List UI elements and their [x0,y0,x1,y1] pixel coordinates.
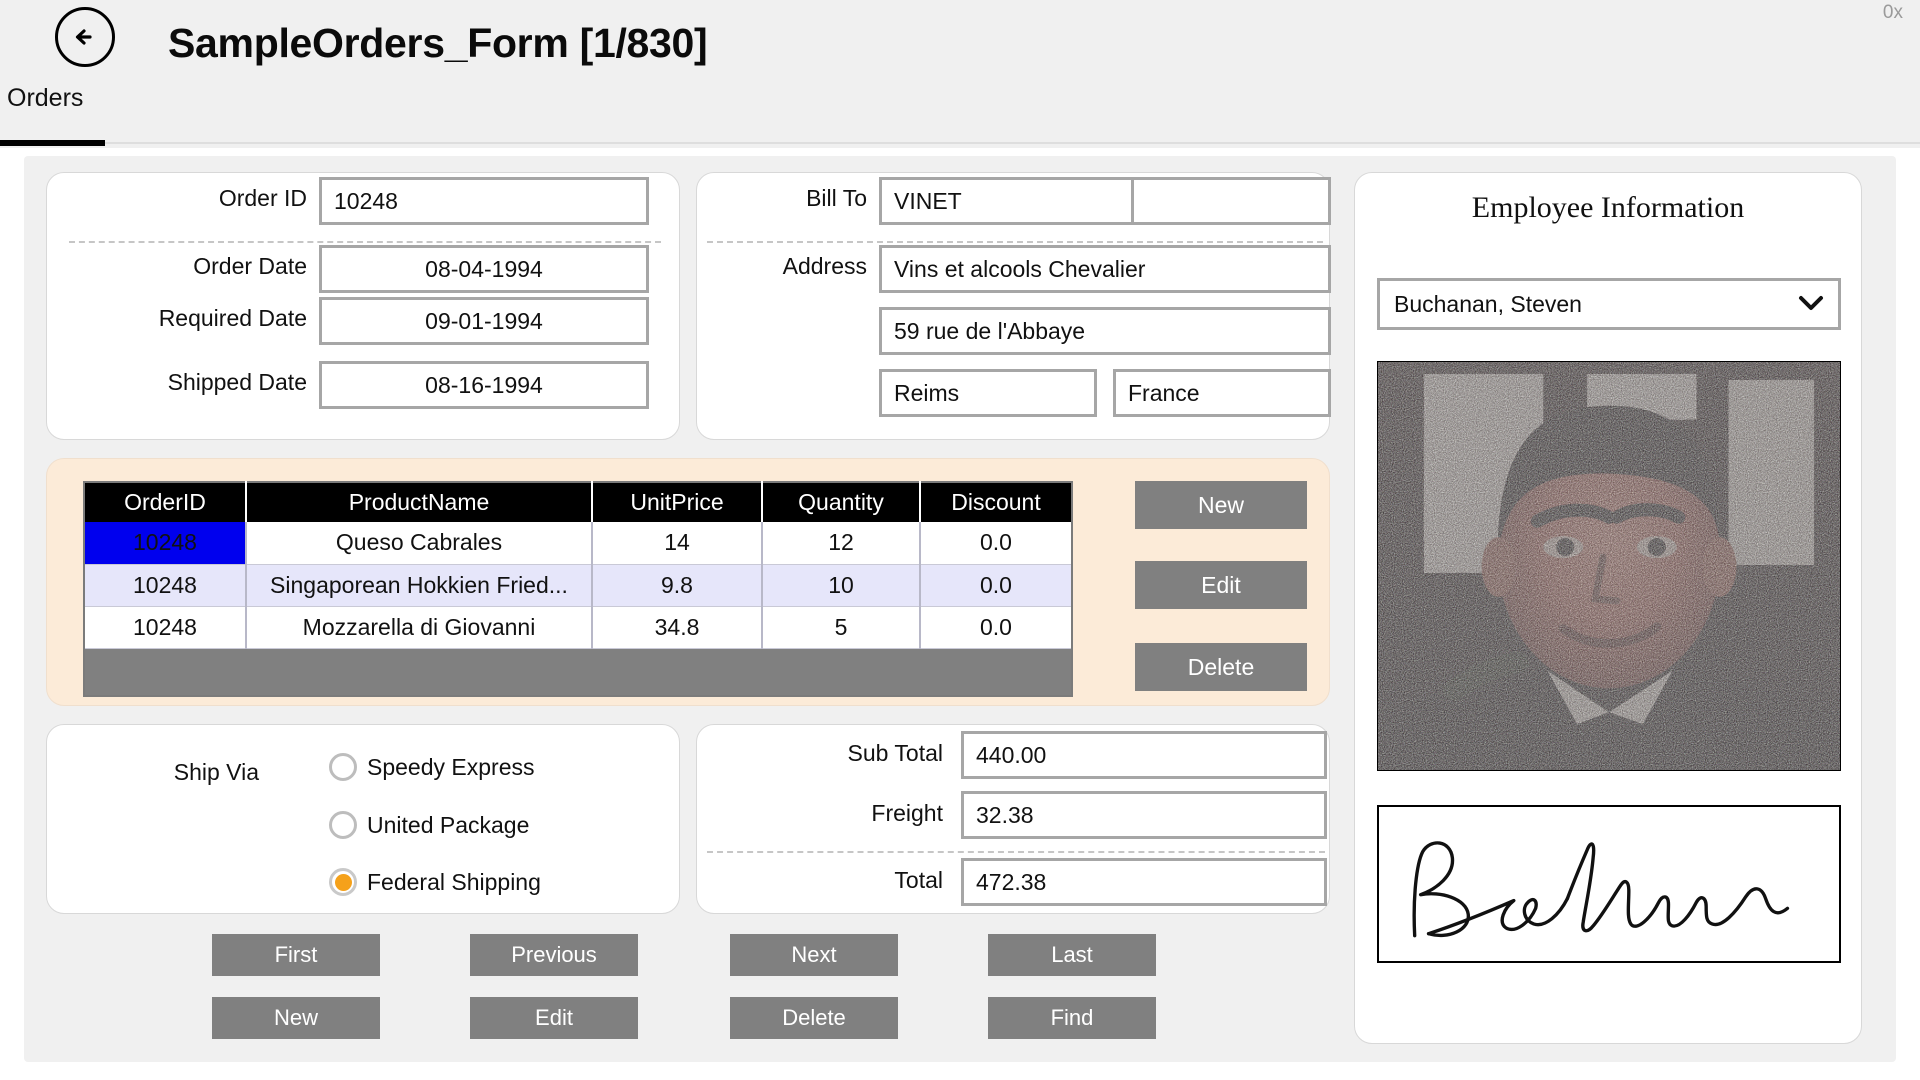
cell-discount[interactable]: 0.0 [920,606,1072,649]
tab-strip-divider [0,142,1920,144]
billing-panel-divider [707,241,1323,243]
tab-orders-active-indicator [0,140,105,146]
back-button[interactable] [55,7,115,67]
label-ship-via: Ship Via [173,759,259,785]
totals-panel: Sub Total 440.00 Freight 32.38 Total 472… [696,724,1330,914]
title-bar: SampleOrders_Form [1/830] 0x Orders [0,0,1920,148]
nav-previous-button[interactable]: Previous [470,934,638,976]
radio-indicator[interactable] [329,811,357,839]
cell-discount[interactable]: 0.0 [920,564,1072,607]
input-required-date[interactable]: 09-01-1994 [319,297,649,345]
label-sub-total: Sub Total [847,740,943,766]
radio-label: Speedy Express [367,753,535,780]
cell-quantity[interactable]: 12 [762,522,921,565]
employee-signature [1377,805,1841,963]
radio-united-package[interactable]: United Package [329,811,529,839]
table-row[interactable]: 10248 Singaporean Hokkien Fried... 9.8 1… [84,564,1072,607]
cell-orderid[interactable]: 10248 [84,522,247,565]
table-empty-row [84,648,1072,696]
table-row[interactable]: 10248 Queso Cabrales 14 12 0.0 [84,522,1072,565]
cell-orderid[interactable]: 10248 [84,564,247,607]
employee-select[interactable]: Buchanan, Steven [1377,278,1841,330]
label-total: Total [894,867,943,893]
cell-quantity[interactable]: 10 [762,564,921,607]
grid-new-button[interactable]: New [1135,481,1307,529]
input-address-country[interactable]: France [1113,369,1331,417]
cell-productname[interactable]: Singaporean Hokkien Fried... [246,564,593,607]
nav-first-button[interactable]: First [212,934,380,976]
chevron-down-icon [1798,291,1824,318]
input-bill-to-ext[interactable] [1131,177,1331,225]
label-order-id: Order ID [218,185,307,211]
radio-indicator[interactable] [329,753,357,781]
order-details-panel: OrderID ProductName UnitPrice Quantity D… [46,458,1330,706]
cell-productname[interactable]: Mozzarella di Giovanni [246,606,593,649]
billing-panel: Bill To VINET Address Vins et alcools Ch… [696,172,1331,440]
nav-next-button[interactable]: Next [730,934,898,976]
label-shipped-date: Shipped Date [167,369,307,395]
input-shipped-date[interactable]: 08-16-1994 [319,361,649,409]
table-row[interactable]: 10248 Mozzarella di Giovanni 34.8 5 0.0 [84,606,1072,649]
employee-photo [1377,361,1841,771]
input-order-date[interactable]: 08-04-1994 [319,245,649,293]
input-sub-total[interactable]: 440.00 [961,731,1327,779]
corner-status-label: 0x [1882,2,1903,23]
nav-last-button[interactable]: Last [988,934,1156,976]
input-address-line2[interactable]: 59 rue de l'Abbaye [879,307,1331,355]
label-address: Address [782,253,867,279]
record-new-button[interactable]: New [212,997,380,1039]
tab-orders-label: Orders [7,84,84,112]
label-freight: Freight [871,800,943,826]
input-bill-to[interactable]: VINET [879,177,1135,225]
label-required-date: Required Date [158,305,307,331]
record-edit-button[interactable]: Edit [470,997,638,1039]
tab-strip: Orders [0,84,1920,148]
label-order-date: Order Date [193,253,307,279]
page-title: SampleOrders_Form [1/830] [168,20,708,66]
table-header-row: OrderID ProductName UnitPrice Quantity D… [84,482,1072,522]
form-container: Order ID 10248 Order Date 08-04-1994 Req… [24,156,1896,1062]
order-info-panel: Order ID 10248 Order Date 08-04-1994 Req… [46,172,680,440]
column-header-orderid[interactable]: OrderID [84,482,247,522]
cell-discount[interactable]: 0.0 [920,522,1072,565]
radio-indicator-selected[interactable] [329,868,357,896]
order-panel-divider [69,241,661,243]
grid-edit-button[interactable]: Edit [1135,561,1307,609]
cell-unitprice[interactable]: 34.8 [592,606,763,649]
radio-federal-shipping[interactable]: Federal Shipping [329,868,541,896]
employee-select-value: Buchanan, Steven [1394,290,1582,317]
label-bill-to: Bill To [806,185,867,211]
employee-information-panel: Employee Information Buchanan, Steven [1354,172,1862,1044]
ship-via-panel: Ship Via Speedy Express United Package F… [46,724,680,914]
radio-label: Federal Shipping [367,868,541,895]
cell-unitprice[interactable]: 9.8 [592,564,763,607]
record-delete-button[interactable]: Delete [730,997,898,1039]
input-order-id[interactable]: 10248 [319,177,649,225]
column-header-discount[interactable]: Discount [920,482,1072,522]
record-find-button[interactable]: Find [988,997,1156,1039]
order-details-table: OrderID ProductName UnitPrice Quantity D… [83,481,1073,697]
column-header-unitprice[interactable]: UnitPrice [592,482,763,522]
column-header-productname[interactable]: ProductName [246,482,593,522]
cell-unitprice[interactable]: 14 [592,522,763,565]
tab-orders[interactable]: Orders [0,84,105,148]
totals-panel-divider [707,851,1325,853]
input-address-line1[interactable]: Vins et alcools Chevalier [879,245,1331,293]
employee-panel-title: Employee Information [1471,191,1745,224]
cell-quantity[interactable]: 5 [762,606,921,649]
back-arrow-icon [68,20,102,54]
grid-delete-button[interactable]: Delete [1135,643,1307,691]
cell-orderid[interactable]: 10248 [84,606,247,649]
input-total[interactable]: 472.38 [961,858,1327,906]
cell-productname[interactable]: Queso Cabrales [246,522,593,565]
input-address-city[interactable]: Reims [879,369,1097,417]
input-freight[interactable]: 32.38 [961,791,1327,839]
radio-label: United Package [367,811,530,838]
radio-speedy-express[interactable]: Speedy Express [329,753,534,781]
column-header-quantity[interactable]: Quantity [762,482,921,522]
page-body: Order ID 10248 Order Date 08-04-1994 Req… [0,148,1920,1080]
